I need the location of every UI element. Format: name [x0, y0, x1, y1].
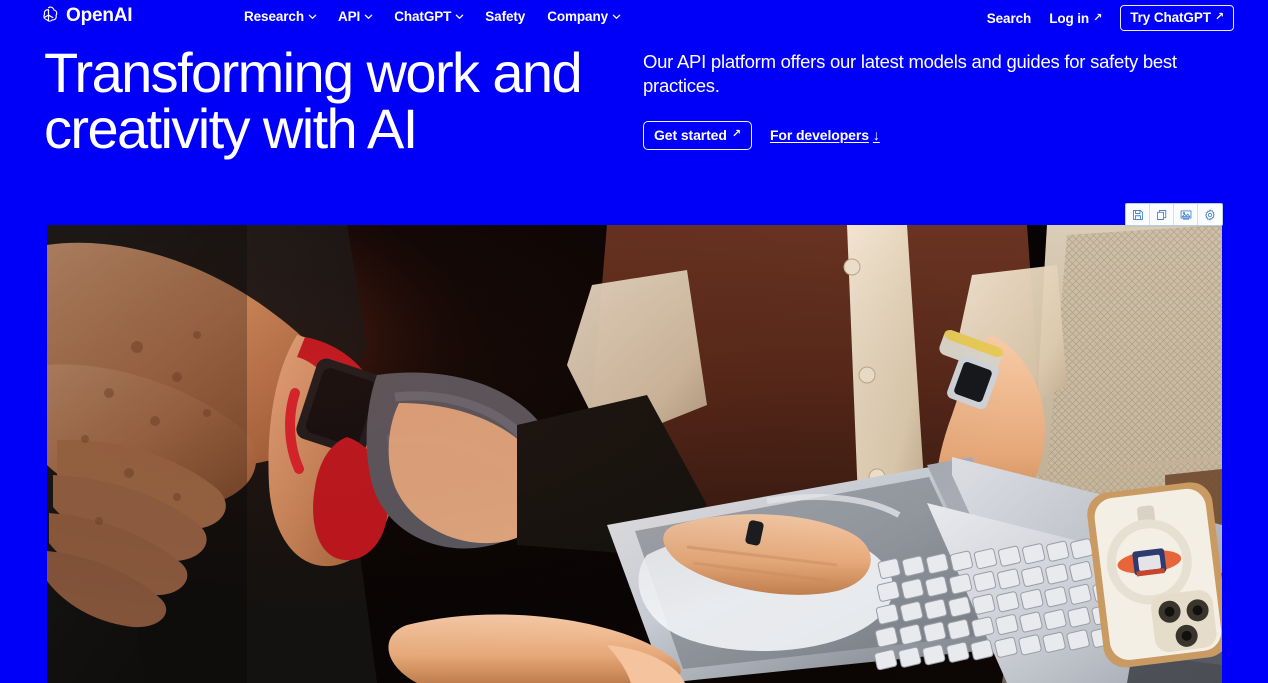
nav-item-chatgpt-label: ChatGPT	[394, 9, 452, 24]
page-title: Transforming work and creativity with AI	[44, 41, 583, 160]
login-label: Log in	[1049, 10, 1090, 26]
nav-item-safety[interactable]: Safety	[485, 9, 525, 24]
chevron-down-icon	[612, 12, 621, 20]
primary-nav-links: Research API ChatGPT Safety Company	[244, 9, 621, 24]
save-button[interactable]	[1126, 204, 1150, 225]
nav-item-research[interactable]: Research	[244, 9, 317, 24]
chevron-down-icon	[364, 12, 373, 20]
copy-icon	[1156, 209, 1168, 221]
hero-subtitle: Our API platform offers our latest model…	[643, 51, 1177, 97]
nav-item-company[interactable]: Company	[547, 9, 621, 24]
try-chatgpt-label: Try ChatGPT	[1130, 10, 1211, 25]
openai-brand-logo[interactable]: OpenAI	[38, 5, 133, 26]
hero-photo	[47, 225, 1222, 683]
top-navigation-bar: OpenAI Research API ChatGPT Safety Compa…	[0, 0, 1268, 34]
nav-item-safety-label: Safety	[485, 9, 526, 24]
settings-gear-icon	[1204, 209, 1216, 221]
search-label: Search	[986, 10, 1032, 26]
openai-homepage: OpenAI Research API ChatGPT Safety Compa…	[0, 0, 1268, 683]
screenshot-button[interactable]	[1174, 204, 1198, 225]
for-developers-label: For developers	[769, 127, 869, 144]
hero-photo-illustration	[47, 225, 1222, 683]
get-started-label: Get started	[654, 126, 727, 143]
hero-copy-column: Our API platform offers our latest model…	[643, 50, 1223, 150]
chevron-down-icon	[455, 12, 464, 20]
arrow-up-right-icon: ↗	[1214, 11, 1224, 23]
search-link[interactable]: Search	[986, 10, 1032, 26]
settings-button[interactable]	[1198, 204, 1222, 225]
nav-utility-links: Search Log in ↗ Try ChatGPT ↗	[987, 5, 1234, 31]
openai-logo-icon	[38, 5, 59, 26]
nav-item-api[interactable]: API	[338, 9, 373, 24]
screenshot-icon	[1180, 209, 1192, 221]
nav-item-company-label: Company	[547, 9, 609, 24]
get-started-button[interactable]: Get started ↗	[643, 120, 752, 150]
chevron-down-icon	[308, 12, 317, 20]
nav-item-chatgpt[interactable]: ChatGPT	[394, 9, 464, 24]
for-developers-link[interactable]: For developers ↓	[770, 127, 880, 143]
nav-item-research-label: Research	[244, 9, 304, 24]
login-link[interactable]: Log in ↗	[1049, 11, 1102, 26]
arrow-up-right-icon: ↗	[731, 128, 741, 141]
arrow-down-icon: ↓	[872, 127, 880, 144]
brand-name: OpenAI	[66, 5, 133, 26]
hero-actions: Get started ↗ For developers ↓	[643, 120, 1223, 150]
nav-item-api-label: API	[338, 9, 361, 24]
try-chatgpt-button[interactable]: Try ChatGPT ↗	[1120, 5, 1234, 31]
floating-image-toolbar	[1125, 203, 1223, 226]
save-icon	[1132, 209, 1144, 221]
arrow-up-right-icon: ↗	[1093, 11, 1103, 24]
copy-button[interactable]	[1150, 204, 1174, 225]
